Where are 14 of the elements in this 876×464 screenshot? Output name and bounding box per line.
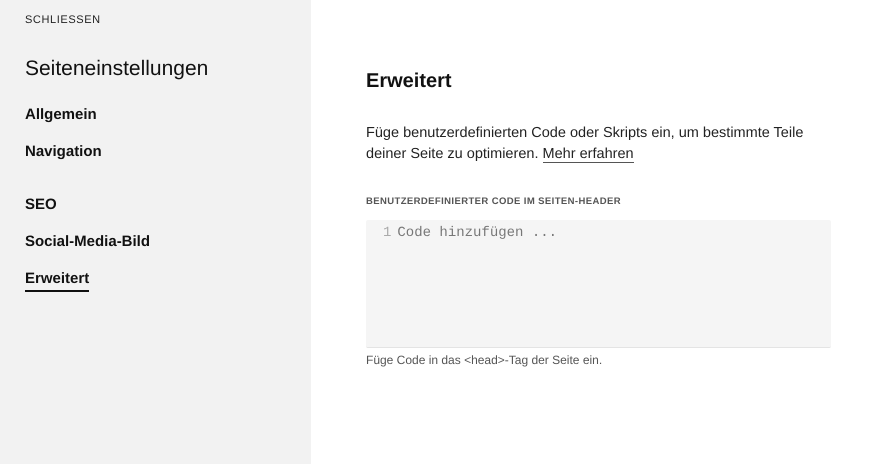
close-button[interactable]: SCHLIESSEN xyxy=(25,14,101,26)
line-number: 1 xyxy=(383,225,392,241)
field-label: BENUTZERDEFINIERTER CODE IM SEITEN-HEADER xyxy=(366,196,622,207)
section-title: Erweitert xyxy=(366,70,453,93)
sidebar-title: Seiteneinstellungen xyxy=(25,57,208,81)
code-editor-field[interactable]: 1 Code hinzufügen ... xyxy=(366,220,831,348)
help-text: Füge Code in das <head>-Tag der Seite ein. xyxy=(366,353,604,367)
sidebar-item[interactable]: Allgemein xyxy=(25,107,97,128)
learn-more-link[interactable]: Mehr erfahren xyxy=(542,146,634,163)
sidebar-item[interactable]: SEO xyxy=(25,197,57,218)
sidebar-item[interactable]: Erweitert xyxy=(25,271,90,292)
sidebar-item[interactable]: Navigation xyxy=(25,144,102,165)
description-text: Füge benutzerdefinierten Code oder Skripts ein, um bestimmte Teile deiner Seite zu optimieren. Mehr erfahren xyxy=(366,124,804,165)
sidebar-item[interactable]: Social-Media-Bild xyxy=(25,234,150,255)
